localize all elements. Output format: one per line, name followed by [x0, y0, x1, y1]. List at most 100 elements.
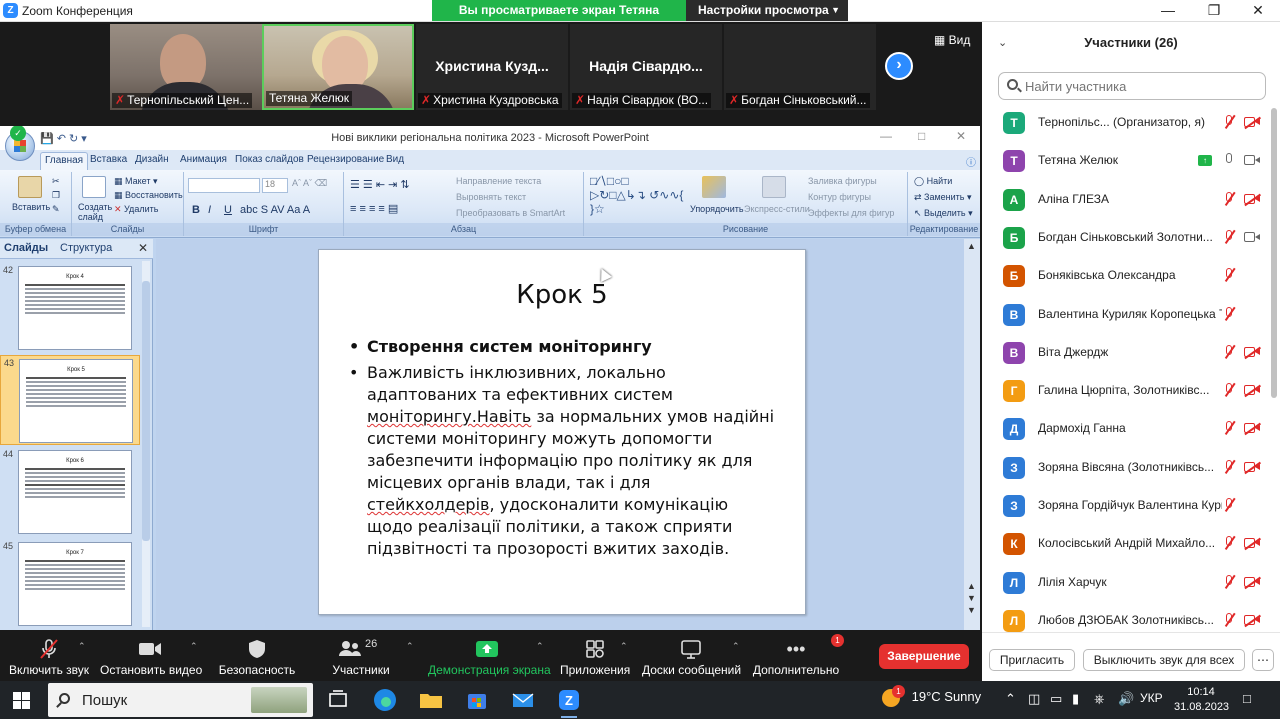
weather-widget[interactable]: 1 19°C Sunny — [882, 685, 981, 707]
mic-icon[interactable] — [1222, 153, 1236, 169]
close-icon[interactable]: ✕ — [1238, 0, 1278, 22]
share-options-chevron-icon[interactable]: ⌃ — [536, 641, 544, 652]
participant-row[interactable]: Л Лілія Харчук — [982, 564, 1272, 602]
ppt-restore-icon[interactable]: □ — [918, 129, 925, 143]
tablet-icon[interactable]: ▭ — [1050, 691, 1062, 707]
shapes-gallery[interactable]: □∕∖□○□ ▷↻□△↳↴ ↺∿∿{ }☆ — [590, 174, 686, 216]
video-off-icon[interactable] — [1244, 423, 1260, 434]
mute-all-button[interactable]: Выключить звук для всех — [1083, 649, 1245, 671]
slide-thumbnail-selected[interactable]: 43 Крок 5 — [0, 355, 140, 445]
layout-button[interactable]: ▦ Макет ▾ — [114, 176, 158, 187]
bullets-button[interactable]: ☰ ☰ ⇤ ⇥ ⇅ — [350, 178, 410, 191]
mic-muted-icon[interactable] — [1222, 268, 1236, 284]
mic-muted-icon[interactable] — [1222, 498, 1236, 514]
wifi-icon[interactable]: ⎈ — [1094, 691, 1104, 707]
microsoft-store-icon[interactable] — [463, 686, 491, 714]
tab-animation[interactable]: Анимация — [180, 154, 227, 165]
participant-row[interactable]: Б Боняківська Олександра — [982, 257, 1272, 295]
video-off-icon[interactable] — [1244, 461, 1260, 473]
tab-design[interactable]: Дизайн — [135, 154, 169, 165]
video-off-icon[interactable] — [1244, 117, 1260, 128]
text-direction-button[interactable]: Направление текста — [456, 176, 541, 186]
mic-muted-icon[interactable] — [1222, 115, 1236, 131]
scrollbar-thumb[interactable] — [142, 281, 150, 541]
quick-styles-button[interactable]: Экспресс-стили — [744, 204, 810, 214]
participant-row[interactable]: Т Тетяна Желюк ↑ — [982, 142, 1272, 180]
participant-row[interactable]: В Валентина Куриляк Коропецька ТГ — [982, 296, 1272, 334]
meet-now-icon[interactable]: ◫ — [1028, 691, 1040, 707]
current-slide[interactable]: Крок 5 Створення систем моніторингу Важл… — [318, 249, 806, 615]
scrollbar-thumb[interactable] — [1271, 108, 1277, 398]
slide-thumbnail[interactable]: 42 Крок 4 — [0, 263, 140, 353]
video-off-icon[interactable] — [1244, 576, 1260, 588]
video-tile-1[interactable]: ✗ Тернопільський Цен... — [110, 24, 262, 110]
copy-icon[interactable]: ❐ — [52, 190, 60, 201]
tab-outline[interactable]: Структура — [60, 242, 112, 254]
underline-button[interactable]: U — [224, 204, 232, 216]
shape-outline-button[interactable]: Контур фигуры — [808, 192, 871, 202]
video-tile-5[interactable]: ✗ Богдан Сіньковський... — [724, 24, 876, 110]
slide-thumbnail[interactable]: 44 Крок 6 — [0, 447, 140, 537]
stop-video-button[interactable]: Остановить видео — [100, 638, 202, 680]
slides-scrollbar[interactable] — [142, 261, 150, 627]
tab-review[interactable]: Рецензирование — [307, 154, 384, 165]
new-slide-button[interactable]: Создать слайд — [78, 202, 114, 222]
ppt-minimize-icon[interactable]: — — [880, 129, 892, 143]
convert-smartart-button[interactable]: Преобразовать в SmartArt — [456, 208, 565, 218]
video-tile-3[interactable]: Христина Кузд... ✗ Христина Куздровська — [416, 24, 568, 110]
strikethrough-button[interactable]: abc S AV Aa A — [240, 204, 310, 216]
participant-search-input[interactable] — [1025, 77, 1261, 95]
video-tile-4[interactable]: Надія Сівардю... ✗ Надія Сівардюк (ВО... — [570, 24, 722, 110]
reset-button[interactable]: ▦ Восстановить — [114, 190, 183, 201]
shape-fill-button[interactable]: Заливка фигуры — [808, 176, 877, 186]
paste-button[interactable]: Вставить — [12, 202, 50, 212]
apps-chevron-icon[interactable]: ⌃ — [620, 641, 628, 652]
close-icon[interactable]: ✕ — [138, 241, 148, 255]
participant-row[interactable]: Т Тернопільс... (Организатор, я) — [982, 104, 1272, 142]
taskbar-search[interactable]: Пошук — [48, 683, 313, 717]
slide-scrollbar[interactable]: ▲ ▲ ▼ ▼ — [964, 239, 980, 630]
select-button[interactable]: ↖ Выделить ▾ — [914, 208, 973, 219]
view-button[interactable]: ▦ Вид — [934, 33, 970, 47]
tab-slides[interactable]: Слайды — [4, 242, 48, 254]
mic-muted-icon[interactable] — [1222, 306, 1236, 323]
participant-row[interactable]: З Зоряна Вівсяна (Золотниківсь... — [982, 449, 1272, 487]
tab-insert[interactable]: Вставка — [90, 154, 127, 165]
video-off-icon[interactable] — [1244, 346, 1260, 358]
participant-row[interactable]: В Віта Джердж — [982, 334, 1272, 372]
next-slide-icon[interactable]: ▼ — [967, 605, 976, 615]
whiteboards-button[interactable]: Доски сообщений — [642, 638, 741, 680]
scroll-up-icon[interactable]: ▲ — [967, 241, 976, 251]
format-painter-icon[interactable]: ✎ — [52, 204, 60, 215]
scroll-up-icon[interactable]: ▲ — [967, 581, 976, 591]
mic-muted-icon[interactable] — [1222, 612, 1236, 629]
video-off-icon[interactable] — [1244, 614, 1260, 626]
tray-chevron-icon[interactable]: ⌃ — [1005, 691, 1016, 707]
more-options-icon[interactable]: ⋯ — [1252, 649, 1274, 671]
edge-browser-icon[interactable] — [371, 686, 399, 714]
align-text-button[interactable]: Выровнять текст — [456, 192, 526, 202]
security-button[interactable]: Безопасность — [216, 638, 298, 680]
video-camera-icon[interactable] — [1244, 231, 1260, 243]
tab-view[interactable]: Вид — [386, 154, 404, 165]
replace-button[interactable]: ⇄ Заменить ▾ — [914, 192, 972, 203]
participant-row[interactable]: Г Галина Цюрпіта, Золотниківс... — [982, 372, 1272, 410]
participants-button[interactable]: 26 Участники — [326, 638, 396, 680]
video-off-icon[interactable] — [1244, 193, 1260, 205]
italic-button[interactable]: I — [208, 204, 211, 216]
mic-muted-icon[interactable] — [1222, 459, 1236, 476]
scroll-down-icon[interactable]: ▼ — [967, 593, 976, 603]
participant-row[interactable]: А Аліна ГЛЕЗА — [982, 181, 1272, 219]
mic-muted-icon[interactable] — [1222, 536, 1236, 552]
view-settings-button[interactable]: Настройки просмотра ▼ — [686, 0, 848, 21]
tab-home[interactable]: Главная — [40, 152, 89, 170]
participants-chevron-icon[interactable]: ⌃ — [406, 641, 414, 652]
video-tile-2[interactable]: Тетяна Желюк — [262, 24, 414, 110]
video-camera-icon[interactable] — [1244, 155, 1260, 166]
font-name-combo[interactable] — [188, 178, 260, 193]
grow-font-icon[interactable]: Aˆ Aˇ ⌫ — [292, 178, 327, 189]
tab-slideshow[interactable]: Показ слайдов — [235, 154, 304, 165]
mail-icon[interactable] — [509, 686, 537, 714]
slide-thumbnail[interactable]: 45 Крок 7 — [0, 539, 140, 629]
help-icon[interactable]: ⓘ — [966, 154, 976, 169]
